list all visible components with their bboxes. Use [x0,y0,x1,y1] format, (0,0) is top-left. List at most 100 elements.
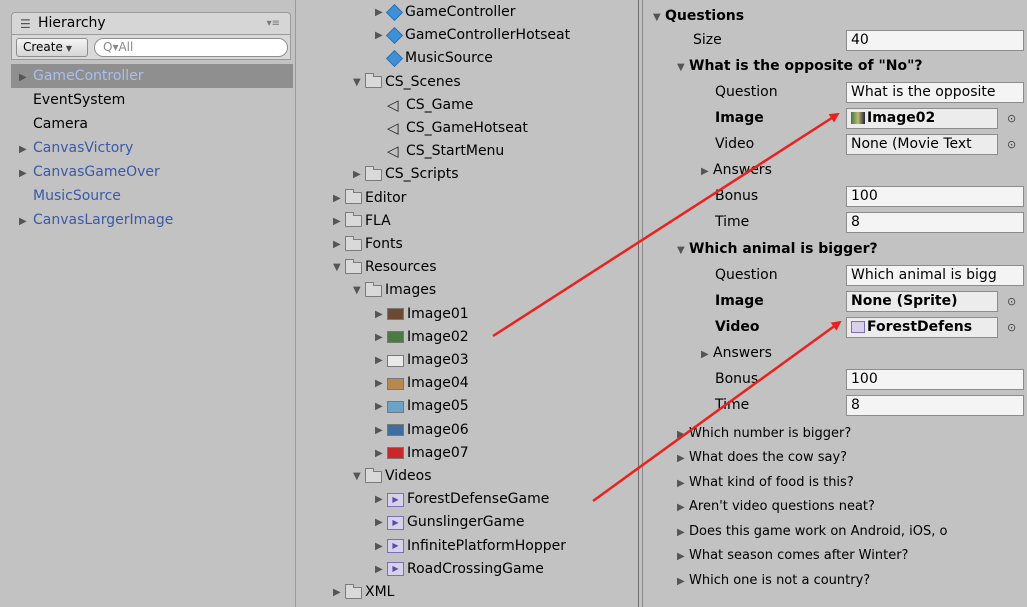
question-foldout[interactable]: ▶ What does the cow say? [643,445,1027,471]
triangle-down-icon[interactable]: ▼ [353,465,365,488]
project-item[interactable]: ▼ CS_Scenes [353,71,461,94]
hierarchy-item[interactable]: EventSystem [11,88,293,112]
search-input[interactable]: Q▾All [94,38,288,57]
project-item[interactable]: ▶ ▶ ForestDefenseGame [375,488,549,511]
triangle-right-icon[interactable]: ▶ [333,233,345,256]
project-item[interactable]: ▶ GameController [375,1,516,24]
project-item[interactable]: ▶ Image04 [375,372,469,395]
project-item[interactable]: ▶ Image07 [375,442,469,465]
project-item[interactable]: ▶ ▶ InfinitePlatformHopper [375,535,566,558]
triangle-right-icon[interactable]: ▶ [375,442,387,465]
triangle-right-icon[interactable]: ▶ [375,419,387,442]
image-thumbnail-icon [387,354,404,367]
triangle-right-icon[interactable]: ▶ [333,187,345,210]
q2-image-field[interactable]: None (Sprite) [846,290,998,312]
q1-time-field[interactable]: 8 [846,211,1024,233]
project-item[interactable]: ▶ CS_Scripts [353,163,459,186]
hierarchy-tab[interactable]: ☰ Hierarchy ▾≡ [11,12,291,34]
triangle-right-icon[interactable]: ▶ [333,210,345,233]
triangle-right-icon[interactable]: ▶ [375,535,387,558]
q2-question-row: Question Which animal is bigg [643,262,1027,288]
triangle-right-icon[interactable]: ▶ [333,581,345,604]
size-row: Size 40 [643,27,1027,53]
size-field[interactable]: 40 [846,29,1024,51]
project-item[interactable]: ▼ Videos [353,465,432,488]
project-item[interactable]: ▼ Resources [333,256,437,279]
hierarchy-item[interactable]: ▶ GameController [11,64,293,88]
chevron-down-icon: ▼ [65,44,73,53]
triangle-right-icon[interactable]: ▶ [375,511,387,534]
hierarchy-item[interactable]: ▶ CanvasGameOver [11,160,293,184]
triangle-right-icon[interactable]: ▶ [19,66,33,90]
triangle-right-icon[interactable]: ▶ [353,163,365,186]
question-foldout[interactable]: ▶ What kind of food is this? [643,469,1027,495]
hierarchy-item[interactable]: Camera [11,112,293,136]
project-item[interactable]: ◁ CS_Game [375,94,473,117]
triangle-right-icon[interactable]: ▶ [19,210,33,234]
question-1-foldout[interactable]: ▼ What is the opposite of "No"? [643,53,1027,79]
object-picker-icon[interactable]: ⊙ [1007,321,1016,334]
q1-answers-foldout[interactable]: ▶ Answers [643,157,1027,183]
project-item[interactable]: ▶ FLA [333,210,391,233]
triangle-down-icon[interactable]: ▼ [333,256,345,279]
question-foldout[interactable]: ▶ What season comes after Winter? [643,543,1027,569]
panel-menu-icon[interactable]: ▾≡ [267,18,280,29]
question-foldout[interactable]: ▶ Aren't video questions neat? [643,494,1027,520]
q2-answers-foldout[interactable]: ▶ Answers [643,340,1027,366]
q2-time-field[interactable]: 8 [846,394,1024,416]
question-2-foldout[interactable]: ▼ Which animal is bigger? [643,236,1027,262]
video-clip-icon: ▶ [387,539,404,554]
project-item[interactable]: ▶ Image06 [375,419,469,442]
triangle-right-icon[interactable]: ▶ [375,349,387,372]
project-item[interactable]: ▼ Images [353,279,436,302]
triangle-right-icon[interactable]: ▶ [375,303,387,326]
triangle-right-icon[interactable]: ▶ [375,326,387,349]
q1-video-field[interactable]: None (Movie Text [846,133,998,155]
project-item[interactable]: ▶ Fonts [333,233,403,256]
question-foldout-header: ▶ Does this game work on Android, iOS, o [677,524,948,539]
q2-video-field[interactable]: ForestDefens [846,316,998,338]
project-item-label: GameControllerHotseat [405,27,571,44]
project-item[interactable]: ▶ Image05 [375,395,469,418]
project-item[interactable]: MusicSource [375,47,493,70]
question-title: What does the cow say? [689,450,848,465]
object-picker-icon[interactable]: ⊙ [1007,112,1016,125]
triangle-right-icon[interactable]: ▶ [375,24,387,47]
object-picker-icon[interactable]: ⊙ [1007,295,1016,308]
q2-bonus-field[interactable]: 100 [846,368,1024,390]
q1-bonus-field[interactable]: 100 [846,185,1024,207]
hierarchy-item[interactable]: ▶ CanvasVictory [11,136,293,160]
question-foldout-header: ▶ Aren't video questions neat? [677,499,875,514]
hierarchy-item[interactable]: MusicSource [11,184,293,208]
project-item[interactable]: ▶ Image03 [375,349,469,372]
triangle-right-icon[interactable]: ▶ [375,558,387,581]
project-item[interactable]: ▶ XML [333,581,394,604]
question-foldout[interactable]: ▶ Does this game work on Android, iOS, o [643,518,1027,544]
hierarchy-item[interactable]: ▶ CanvasLargerImage [11,208,293,232]
q1-image-field[interactable]: Image02 [846,107,998,129]
project-item[interactable]: ▶ GameControllerHotseat [375,24,570,47]
question-foldout[interactable]: ▶ Which number is bigger? [643,420,1027,446]
triangle-right-icon[interactable]: ▶ [19,162,33,186]
triangle-right-icon[interactable]: ▶ [19,138,33,162]
project-item[interactable]: ▶ Image01 [375,303,469,326]
triangle-down-icon[interactable]: ▼ [353,71,365,94]
triangle-right-icon[interactable]: ▶ [375,372,387,395]
triangle-right-icon[interactable]: ▶ [375,395,387,418]
project-item[interactable]: ◁ CS_GameHotseat [375,117,528,140]
project-item[interactable]: ◁ CS_StartMenu [375,140,504,163]
questions-foldout[interactable]: ▼ Questions [643,3,1027,29]
video-clip-icon: ▶ [387,515,404,530]
triangle-down-icon[interactable]: ▼ [353,279,365,302]
question-foldout[interactable]: ▶ Which one is not a country? [643,567,1027,593]
project-item[interactable]: ▶ Editor [333,187,406,210]
object-picker-icon[interactable]: ⊙ [1007,138,1016,151]
triangle-right-icon[interactable]: ▶ [375,488,387,511]
triangle-down-icon: ▼ [677,245,685,256]
q2-question-field[interactable]: Which animal is bigg [846,264,1024,286]
q1-question-field[interactable]: What is the opposite [846,81,1024,103]
create-button[interactable]: Create ▼ [16,38,88,57]
project-item[interactable]: ▶ Image02 [375,326,469,349]
project-item[interactable]: ▶ ▶ RoadCrossingGame [375,558,544,581]
project-item[interactable]: ▶ ▶ GunslingerGame [375,511,524,534]
